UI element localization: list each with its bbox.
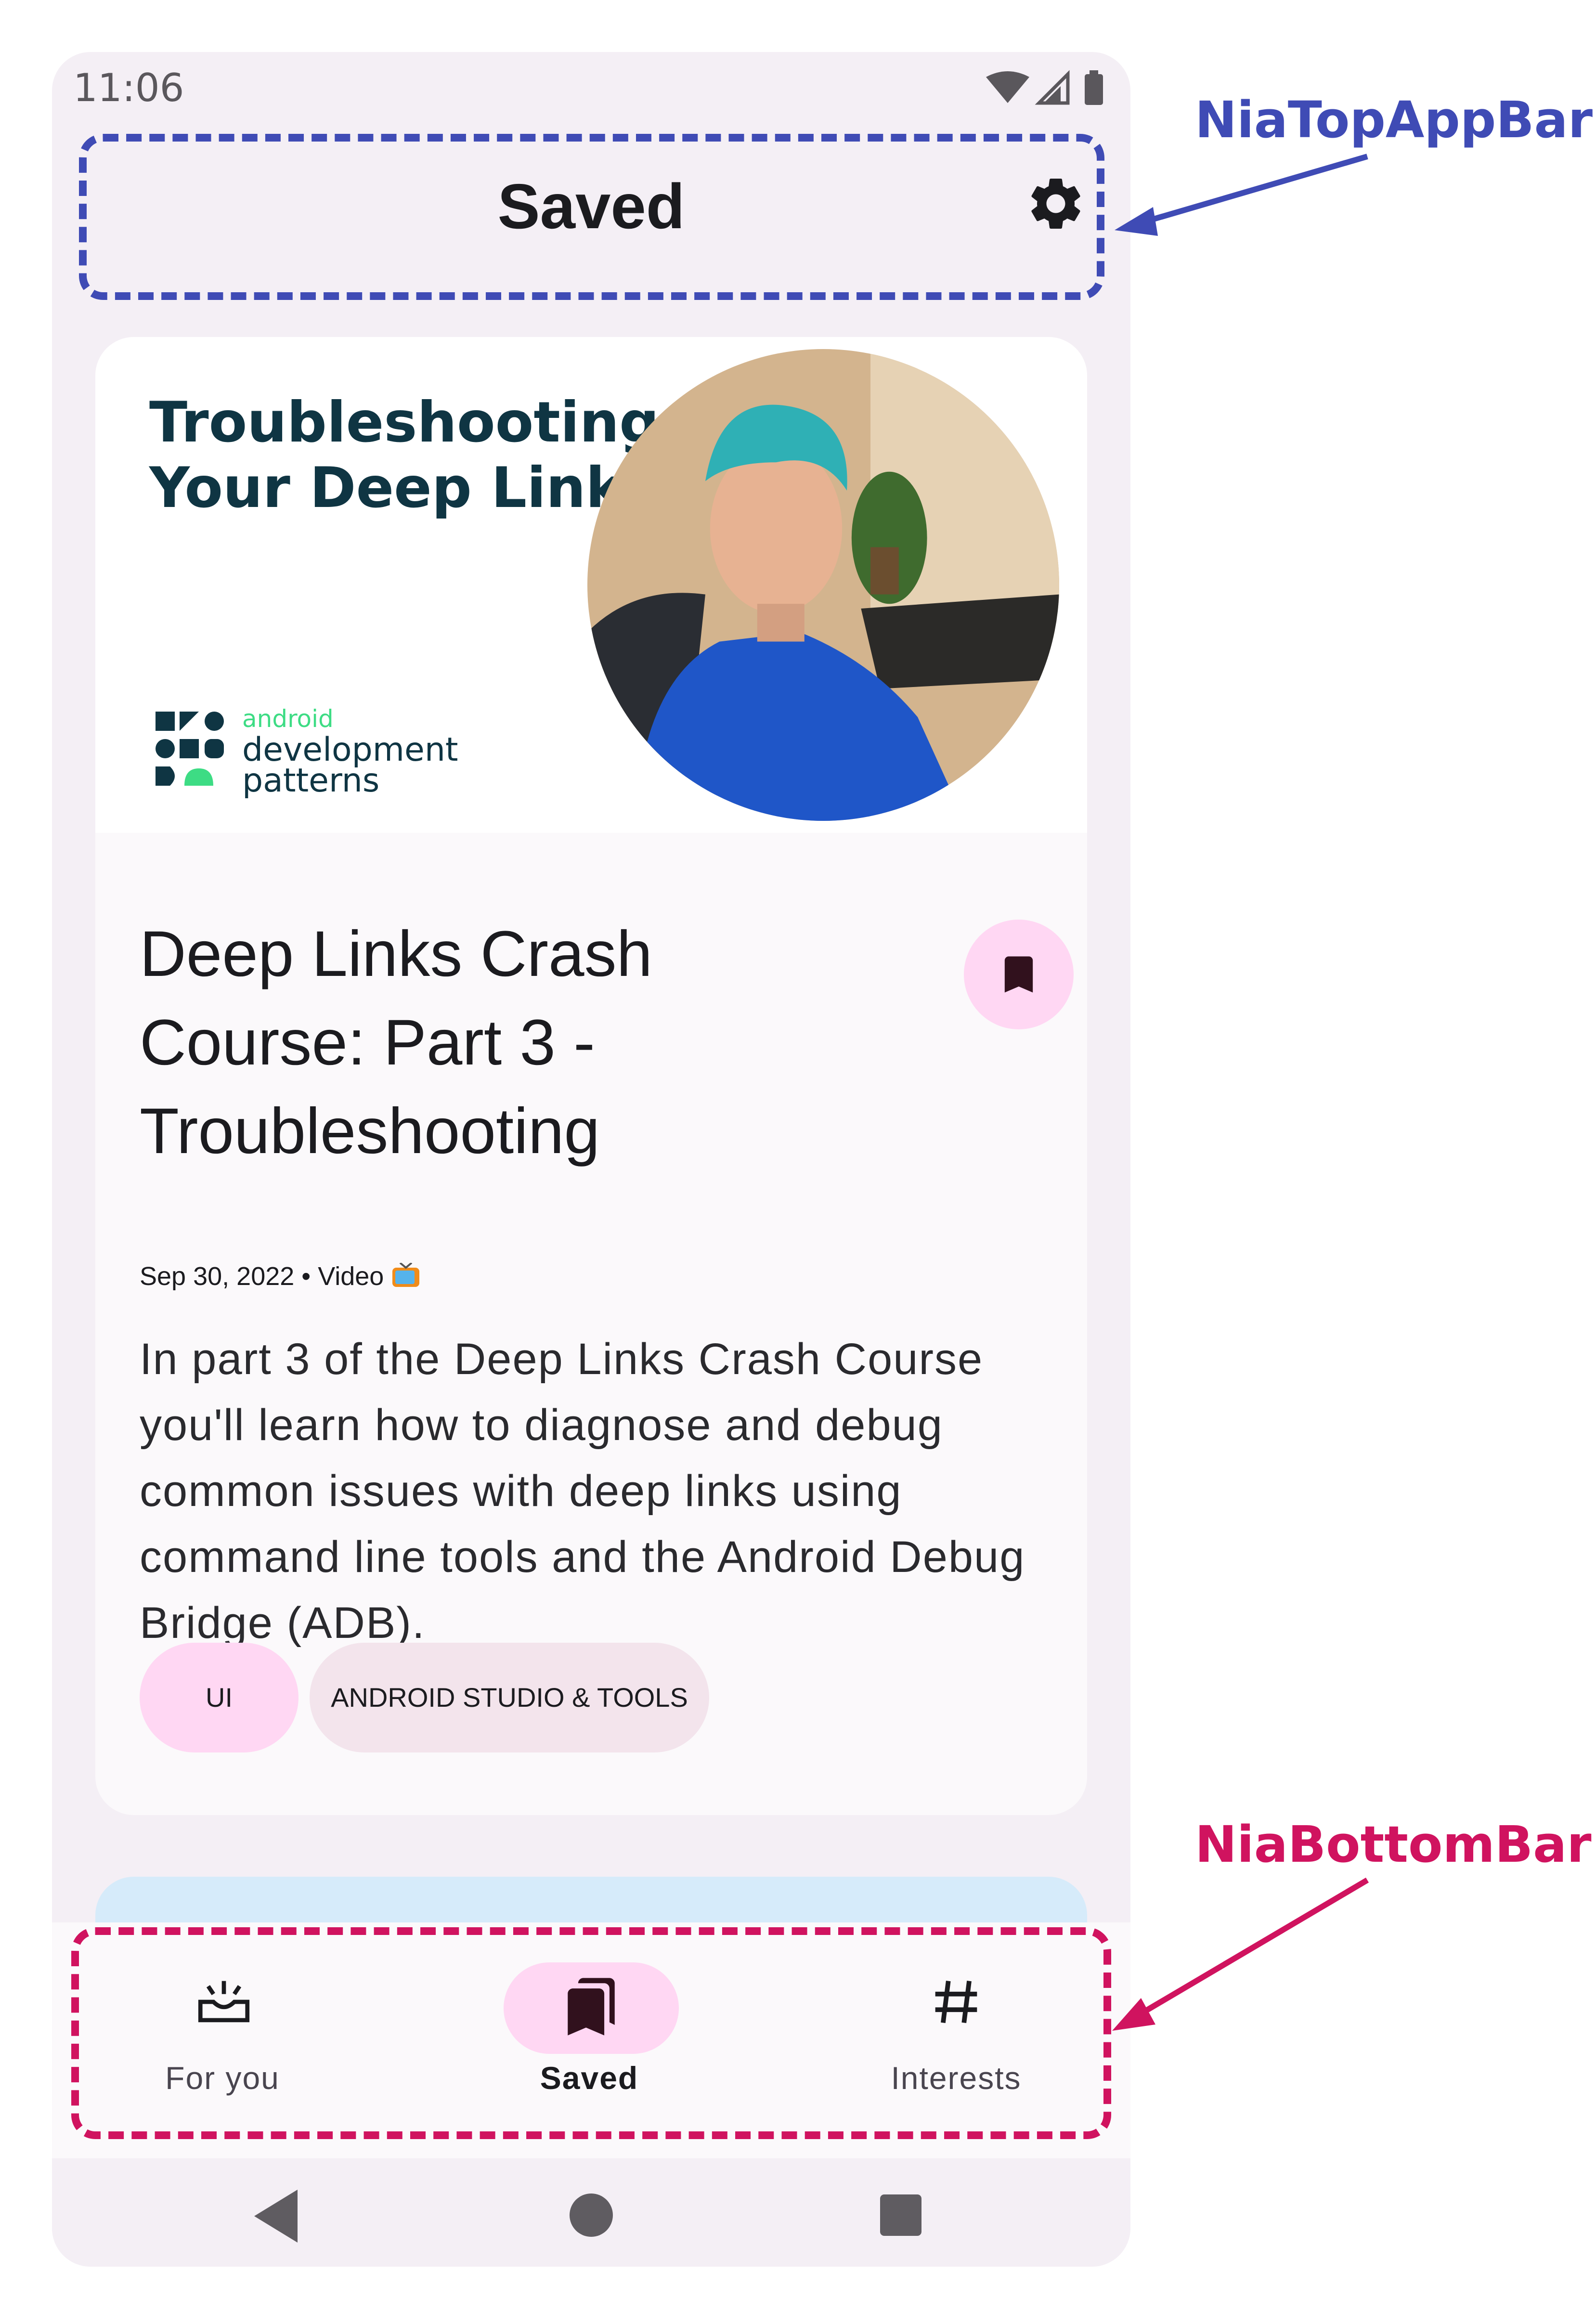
battery-icon bbox=[1085, 74, 1103, 105]
recents-icon[interactable] bbox=[880, 2194, 921, 2236]
article-description: In part 3 of the Deep Links Crash Course… bbox=[140, 1335, 1025, 1648]
tv-icon bbox=[392, 1263, 420, 1287]
annotation-nia-bottom-bar: NiaBottomBar bbox=[1195, 1815, 1592, 1874]
card-header-image: Troubleshooting Your Deep Links android … bbox=[95, 337, 1087, 833]
arrow-to-top-app-bar bbox=[1115, 154, 1368, 236]
bottom-bar-highlight bbox=[71, 1927, 1111, 2139]
article-date-type: Sep 30, 2022 • Video bbox=[140, 1262, 384, 1291]
header-title-line1: Troubleshooting bbox=[149, 390, 660, 455]
wifi-icon bbox=[986, 71, 1029, 103]
status-icons bbox=[986, 70, 1103, 105]
status-time: 11:06 bbox=[73, 65, 184, 110]
logo-text-patterns: patterns bbox=[242, 762, 380, 800]
article-title[interactable]: Deep Links Crash Course: Part 3 - Troubl… bbox=[140, 910, 814, 1176]
home-icon[interactable] bbox=[570, 2193, 613, 2237]
topic-chip-ui[interactable]: UI bbox=[140, 1643, 298, 1752]
article-meta: Sep 30, 2022 • Video bbox=[140, 1261, 421, 1291]
bookmark-icon bbox=[1004, 956, 1033, 993]
header-image-title: Troubleshooting Your Deep Links bbox=[149, 390, 679, 521]
bookmark-button[interactable] bbox=[964, 920, 1074, 1029]
back-icon[interactable] bbox=[254, 2190, 302, 2243]
logo-text-android: android bbox=[242, 705, 334, 733]
topic-chip-android-studio-tools[interactable]: ANDROID STUDIO & TOOLS bbox=[310, 1643, 709, 1752]
arrow-to-bottom-bar bbox=[1112, 1877, 1369, 2031]
top-app-bar-highlight bbox=[79, 134, 1104, 300]
author-photo bbox=[587, 349, 1059, 821]
news-resource-card[interactable]: Troubleshooting Your Deep Links android … bbox=[95, 337, 1087, 1815]
annotation-nia-top-app-bar: NiaTopAppBar bbox=[1195, 91, 1593, 149]
phone-screen: 11:06 Saved Troubleshooting Your Deep Li… bbox=[52, 52, 1130, 2267]
